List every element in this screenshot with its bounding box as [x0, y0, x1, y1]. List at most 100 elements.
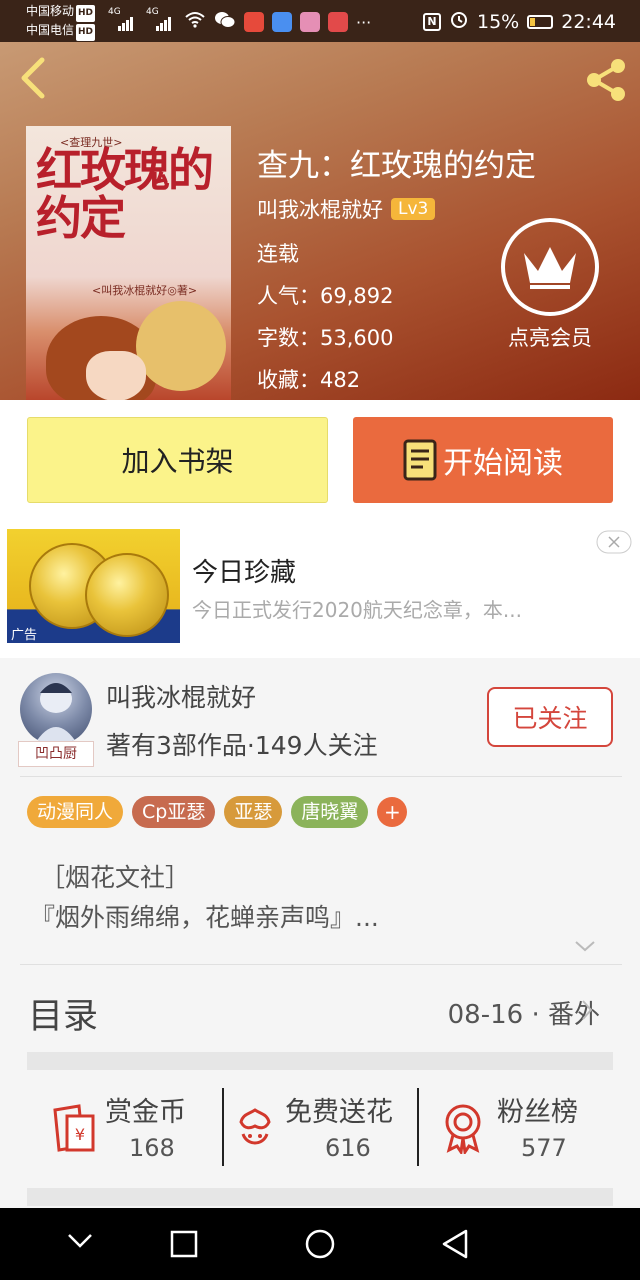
signal-icon: 4G [108, 7, 138, 31]
svg-text:¥: ¥ [75, 1125, 85, 1144]
more-notifications-icon: ··· [356, 12, 372, 32]
reward-coins-button[interactable]: ¥ 赏金币 168 [47, 1090, 217, 1170]
cover-title: 红玫瑰的约定 [36, 143, 214, 245]
wechat-icon [214, 10, 236, 34]
nav-recents-button[interactable] [170, 1230, 198, 1262]
popularity: 人气：69,892 [257, 284, 394, 308]
tag-chip[interactable]: 唐晓翼 [291, 796, 369, 828]
author-line: 叫我冰棍就好 Lv3 [257, 194, 436, 224]
red-envelope-icon: ¥ [53, 1104, 95, 1152]
medal-icon [445, 1104, 481, 1154]
ad-close-button[interactable] [596, 530, 632, 558]
add-to-shelf-button[interactable]: 加入书架 [27, 417, 328, 503]
wifi-icon [184, 11, 206, 33]
expand-button[interactable] [574, 938, 596, 957]
ad-banner[interactable]: 广告 今日珍藏 今日正式发行2020航天纪念章，本... [0, 522, 640, 658]
toc-label: 目录 [28, 997, 99, 1037]
carrier-2: 中国电信 [26, 23, 75, 37]
word-count: 字数：53,600 [257, 326, 394, 350]
serial-status: 连载 [257, 242, 299, 266]
section-separator [27, 1052, 613, 1070]
carrier-1: 中国移动 [26, 4, 75, 18]
hd-badge: HD [76, 24, 96, 41]
crown-icon [501, 218, 599, 316]
start-reading-button[interactable]: 开始阅读 [353, 417, 613, 503]
cover-author: <叫我冰棍就好◎著> [92, 284, 198, 297]
intro-line-2: 『烟外雨绵绵，花蝉亲声鸣』... [30, 903, 379, 932]
stats-row: ¥ 赏金币 168 免费送花 616 粉丝榜 577 [27, 1070, 613, 1186]
alarm-icon [449, 9, 469, 34]
status-right: N 15% 22:44 [423, 9, 616, 34]
level-badge: Lv3 [391, 198, 436, 220]
author-stats: 著有3部作品·149人关注 [106, 731, 378, 760]
avatar-badge: 凹凸厨 [18, 741, 94, 767]
divider [222, 1088, 224, 1166]
battery-icon [527, 14, 554, 29]
book-icon [403, 439, 437, 481]
toc-latest-chapter: 08-16 · 番外 [447, 1000, 600, 1030]
stat-label: 粉丝榜 [497, 1097, 578, 1128]
tag-chip[interactable]: Cp亚瑟 [132, 796, 216, 828]
battery-percent: 15% [477, 10, 520, 33]
chevron-right-icon [580, 998, 594, 1026]
add-tag-button[interactable]: + [377, 797, 408, 827]
nav-dropdown-button[interactable] [66, 1232, 94, 1254]
tag-chip[interactable]: 亚瑟 [224, 796, 283, 828]
vip-label: 点亮会员 [508, 326, 592, 350]
chevron-down-icon [575, 941, 595, 952]
nav-home-button[interactable] [304, 1228, 336, 1264]
book-author[interactable]: 叫我冰棍就好 [257, 194, 383, 224]
tag-chip[interactable]: 动漫同人 [27, 796, 124, 828]
author-name[interactable]: 叫我冰棍就好 [106, 678, 256, 714]
back-arrow-icon [21, 57, 45, 99]
author-card: 凹凸厨 叫我冰棍就好 著有3部作品·149人关注 已关注 动漫同人 Cp亚瑟 亚… [0, 658, 640, 1208]
carrier-info: 中国移动 HD 中国电信 HD [26, 3, 96, 41]
intro-line-1: ［烟花文社］ [40, 863, 191, 892]
triangle-back-icon [442, 1229, 468, 1259]
status-icons: 4G 4G ··· [108, 7, 372, 34]
nfc-icon: N [423, 12, 441, 31]
reader-app-icon [328, 12, 348, 32]
flower-icon [239, 1108, 271, 1145]
ad-title: 今日珍藏 [192, 558, 297, 588]
fan-ranking-button[interactable]: 粉丝榜 577 [439, 1090, 609, 1170]
favorite-count: 收藏：482 [257, 368, 361, 392]
stat-value: 577 [521, 1134, 567, 1162]
stat-label: 免费送花 [285, 1097, 393, 1128]
stat-label: 赏金币 [105, 1097, 186, 1128]
vip-button[interactable]: 点亮会员 [498, 218, 602, 352]
book-cover[interactable]: <查理九世> 红玫瑰的约定 <叫我冰棍就好◎著> [26, 126, 231, 400]
book-header: <查理九世> 红玫瑰的约定 <叫我冰棍就好◎著> 查九：红玫瑰的约定 叫我冰棍就… [0, 42, 640, 400]
follow-button[interactable]: 已关注 [487, 687, 613, 747]
book-title: 查九：红玫瑰的约定 [257, 148, 536, 184]
ad-description: 今日正式发行2020航天纪念章，本... [192, 598, 522, 622]
send-flower-button[interactable]: 免费送花 616 [233, 1090, 413, 1170]
hd-badge: HD [76, 5, 96, 22]
stat-value: 616 [325, 1134, 371, 1162]
cover-art [136, 301, 226, 391]
system-nav-bar [0, 1208, 640, 1280]
divider [20, 964, 622, 965]
cover-art [86, 351, 146, 400]
photo-app-icon [300, 12, 320, 32]
divider [20, 776, 622, 777]
section-separator [27, 1188, 613, 1206]
tag-list: 动漫同人 Cp亚瑟 亚瑟 唐晓翼 + [27, 796, 408, 828]
nav-back-button[interactable] [440, 1228, 470, 1264]
ad-tag: 广告 [11, 628, 38, 643]
close-icon [596, 530, 632, 554]
share-button[interactable] [582, 56, 630, 104]
status-bar: 中国移动 HD 中国电信 HD 4G 4G ··· N 15% 22:44 [0, 0, 640, 42]
signal-icon: 4G [146, 7, 176, 31]
stat-value: 168 [129, 1134, 175, 1162]
author-avatar[interactable] [20, 673, 92, 745]
chevron-down-icon [68, 1234, 92, 1248]
back-button[interactable] [16, 56, 52, 100]
divider [417, 1088, 419, 1166]
circle-icon [305, 1229, 335, 1259]
music-app-icon [272, 12, 292, 32]
start-reading-label: 开始阅读 [443, 446, 563, 481]
ad-image: 广告 [7, 529, 180, 643]
clock: 22:44 [561, 10, 616, 33]
square-icon [170, 1230, 198, 1258]
